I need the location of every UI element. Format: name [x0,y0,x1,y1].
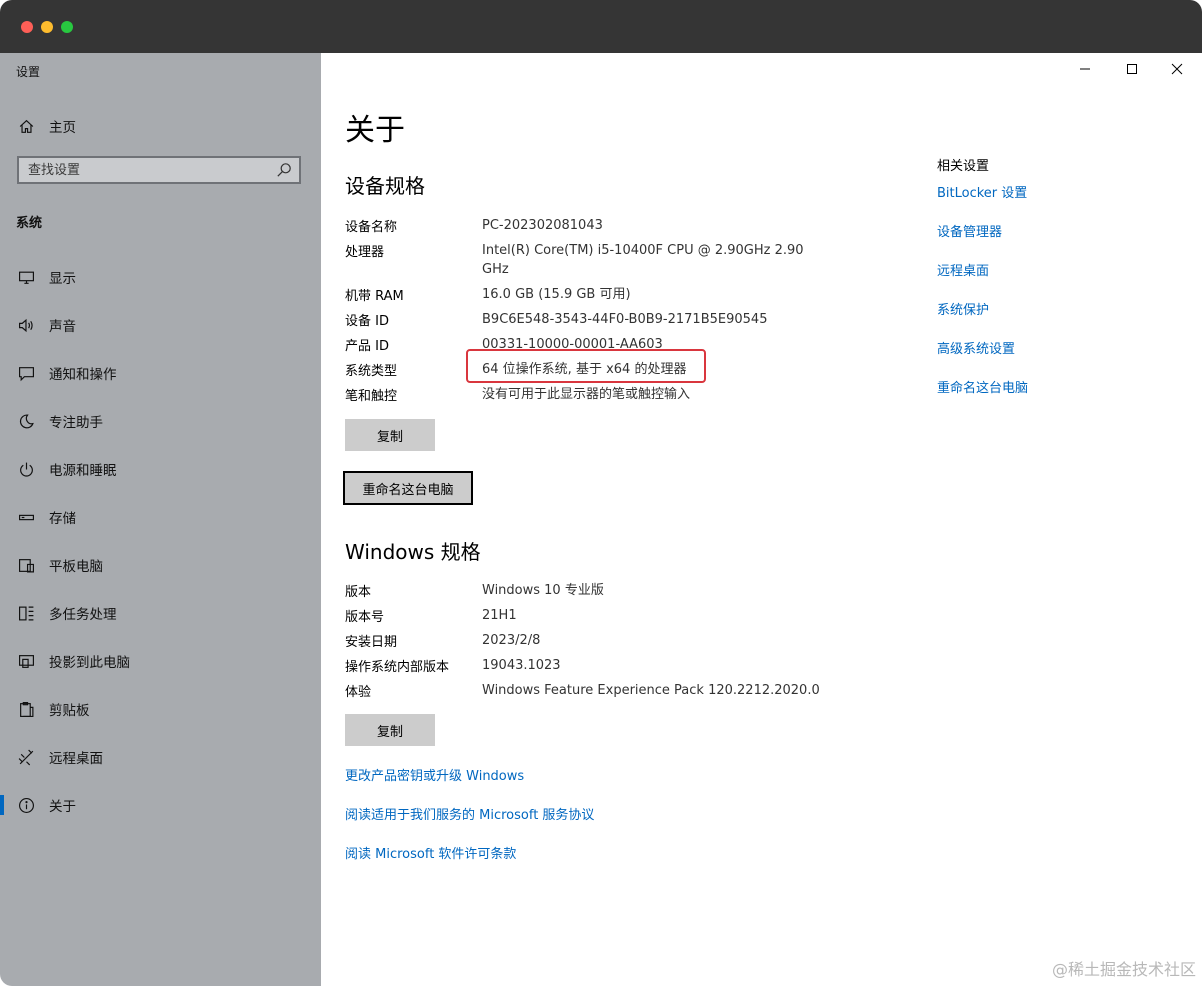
remote-desktop-icon [17,748,35,766]
rename-pc-button[interactable]: 重命名这台电脑 [343,471,473,505]
sidebar-item-label: 关于 [49,799,76,815]
related-link-advanced-settings[interactable]: 高级系统设置 [937,338,1015,357]
content-pane: 关于 设备规格 设备名称 PC-202302081043 处理器 Intel(R… [321,53,1202,986]
sidebar-item-label: 存储 [49,511,76,527]
spec-key: 版本 [345,585,372,600]
sidebar-item-label: 平板电脑 [49,559,103,575]
spec-value: 2023/2/8 [482,633,541,648]
sidebar-item-multitasking[interactable]: 多任务处理 [0,593,321,633]
change-product-key-link[interactable]: 更改产品密钥或升级 Windows [345,765,524,784]
spec-value: 16.0 GB (15.9 GB 可用) [482,287,631,302]
multitask-icon [17,604,35,622]
sidebar: 设置 主页 系统 显示 声音 [0,53,321,986]
spec-key: 系统类型 [345,364,398,379]
spec-key: 处理器 [345,245,385,260]
sidebar-item-power[interactable]: 电源和睡眠 [0,449,321,489]
spec-key: 机带 RAM [345,289,404,304]
project-icon [17,652,35,670]
page-title: 关于 [345,113,405,148]
minimize-traffic-light[interactable] [41,21,53,33]
spec-value: Intel(R) Core(TM) i5-10400F CPU @ 2.90GH… [482,243,804,277]
sidebar-item-remote-desktop[interactable]: 远程桌面 [0,737,321,777]
home-icon [17,117,35,135]
sidebar-item-label: 远程桌面 [49,751,103,767]
sidebar-item-focus-assist[interactable]: 专注助手 [0,401,321,441]
sidebar-item-label: 主页 [49,120,76,136]
spec-value: 19043.1023 [482,658,561,673]
spec-key: 安装日期 [345,635,398,650]
search-input[interactable] [19,161,275,179]
sidebar-item-display[interactable]: 显示 [0,257,321,297]
section-label: 系统 [16,216,43,231]
sidebar-item-label: 声音 [49,319,76,335]
sidebar-item-label: 剪贴板 [49,703,90,719]
sidebar-item-label: 多任务处理 [49,607,117,623]
spec-value: Windows Feature Experience Pack 120.2212… [482,683,820,698]
device-specs-heading: 设备规格 [345,174,425,198]
sidebar-item-label: 通知和操作 [49,367,117,383]
sidebar-item-project[interactable]: 投影到此电脑 [0,641,321,681]
sidebar-item-about[interactable]: 关于 [0,785,321,825]
sidebar-item-tablet[interactable]: 平板电脑 [0,545,321,585]
clipboard-icon [17,700,35,718]
spec-key: 版本号 [345,610,385,625]
spec-value: Windows 10 专业版 [482,583,604,598]
spec-key: 设备 ID [345,314,389,329]
minimize-icon [1080,68,1090,70]
close-traffic-light[interactable] [21,21,33,33]
window-frame: 设置 主页 系统 显示 声音 [0,0,1202,986]
related-link-system-protection[interactable]: 系统保护 [937,299,989,318]
info-icon [17,796,35,814]
app-title: 设置 [16,65,41,79]
spec-key: 设备名称 [345,220,398,235]
spec-value: 21H1 [482,608,517,623]
related-settings-title: 相关设置 [937,159,990,174]
close-icon [1171,63,1183,75]
spec-key: 操作系统内部版本 [345,660,450,675]
moon-icon [17,412,35,430]
spec-value: 没有可用于此显示器的笔或触控输入 [482,387,691,402]
sidebar-item-home[interactable]: 主页 [0,106,321,146]
spec-key: 体验 [345,685,372,700]
services-agreement-link[interactable]: 阅读适用于我们服务的 Microsoft 服务协议 [345,804,594,823]
copy-windows-specs-button[interactable]: 复制 [345,714,435,746]
search-icon[interactable] [275,161,293,179]
related-link-device-manager[interactable]: 设备管理器 [937,221,1002,240]
close-button[interactable] [1154,53,1200,85]
search-box[interactable] [17,156,301,184]
zoom-traffic-light[interactable] [61,21,73,33]
minimize-button[interactable] [1062,53,1108,85]
related-link-rename-pc[interactable]: 重命名这台电脑 [937,377,1028,396]
windows-specs-heading: Windows 规格 [345,540,481,564]
maximize-icon [1127,64,1137,74]
spec-value: B9C6E548-3543-44F0-B0B9-2171B5E90545 [482,312,768,327]
sidebar-item-label: 专注助手 [49,415,103,431]
watermark: @稀土掘金技术社区 [1051,960,1196,979]
monitor-icon [17,268,35,286]
related-link-bitlocker[interactable]: BitLocker 设置 [937,182,1027,201]
sidebar-item-label: 电源和睡眠 [49,463,117,479]
sidebar-item-label: 显示 [49,271,76,287]
power-icon [17,460,35,478]
copy-device-specs-button[interactable]: 复制 [345,419,435,451]
sidebar-item-storage[interactable]: 存储 [0,497,321,537]
spec-key: 笔和触控 [345,389,398,404]
license-terms-link[interactable]: 阅读 Microsoft 软件许可条款 [345,843,516,862]
notification-icon [17,364,35,382]
maximize-button[interactable] [1109,53,1155,85]
tablet-icon [17,556,35,574]
mac-titlebar [0,0,1202,53]
sidebar-item-clipboard[interactable]: 剪贴板 [0,689,321,729]
related-link-remote-desktop[interactable]: 远程桌面 [937,260,989,279]
highlight-annotation [466,349,706,383]
spec-key: 产品 ID [345,339,389,354]
speaker-icon [17,316,35,334]
sidebar-item-sound[interactable]: 声音 [0,305,321,345]
storage-icon [17,508,35,526]
sidebar-item-label: 投影到此电脑 [49,655,130,671]
spec-value: PC-202302081043 [482,218,603,233]
sidebar-item-notifications[interactable]: 通知和操作 [0,353,321,393]
